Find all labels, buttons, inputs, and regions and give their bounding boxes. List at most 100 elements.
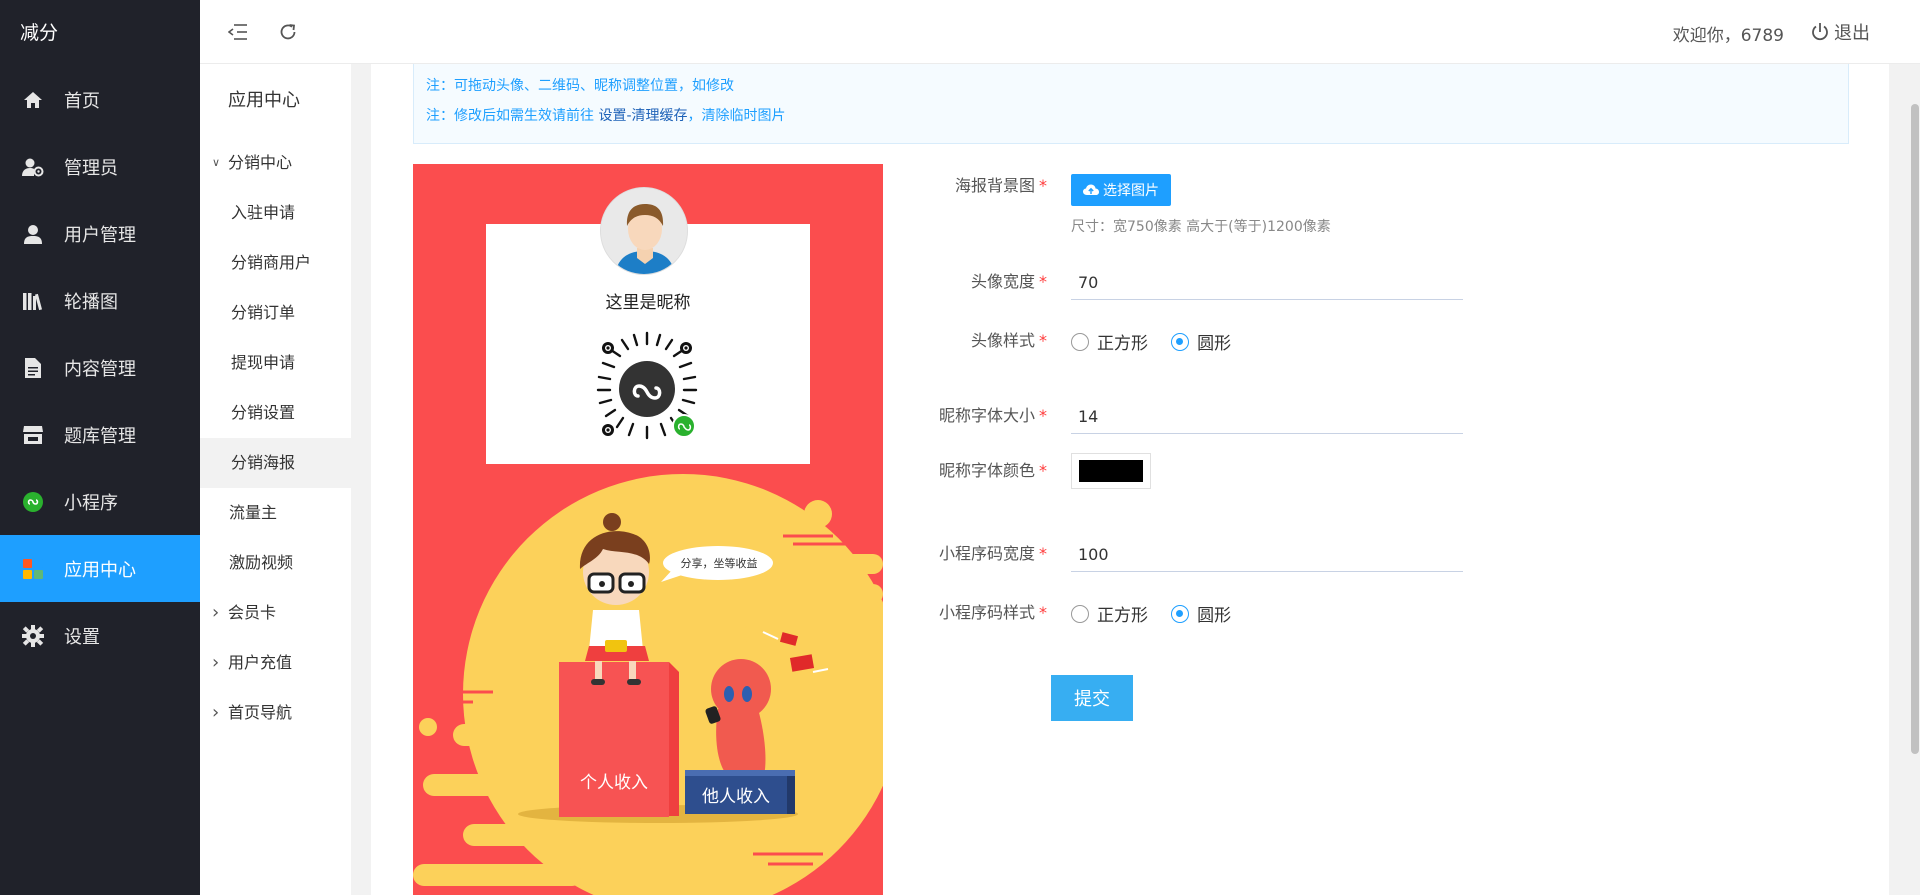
subnav-title: 应用中心 (228, 90, 300, 111)
avatar-style-circle-radio[interactable]: 圆形 (1171, 329, 1231, 354)
subnav-item[interactable]: › 首页导航 (200, 688, 351, 738)
nav-label: 轮播图 (64, 291, 118, 313)
home-icon (22, 89, 44, 111)
nick-size-row: 昵称字体大小 * (891, 400, 1463, 434)
nick-size-label: 昵称字体大小 (938, 406, 1035, 425)
nav-item-settings[interactable]: 设置 (0, 602, 200, 669)
main-content: 注：可拖动头像、二维码、昵称调整位置，如修改 注：修改后如需生效请前往 设置-清… (351, 64, 1911, 895)
notice-box: 注：可拖动头像、二维码、昵称调整位置，如修改 注：修改后如需生效请前往 设置-清… (413, 64, 1849, 144)
refresh-icon[interactable] (276, 20, 300, 44)
qr-style-square-radio[interactable]: 正方形 (1071, 601, 1148, 626)
scrollbar-thumb[interactable] (1911, 104, 1919, 754)
bg-size-hint: 尺寸：宽750像素 高大于(等于)1200像素 (1071, 219, 1331, 235)
clear-cache-link[interactable]: 设置-清理缓存 (598, 108, 687, 124)
chevron-right-icon: › (212, 652, 220, 673)
speech-bubble-text: 分享，坐等收益 (680, 557, 758, 570)
nav-label: 内容管理 (64, 358, 136, 380)
subnav-item-label: 提现申请 (231, 353, 296, 372)
page-scrollbar[interactable] (1910, 64, 1920, 895)
nick-color-picker[interactable] (1071, 453, 1151, 489)
subnav-item[interactable]: 流量主 (200, 488, 351, 538)
subnav-item-label: 用户充值 (228, 653, 293, 672)
notice-line-1: 注：可拖动头像、二维码、昵称调整位置，如修改 (426, 78, 734, 94)
nav-label: 题库管理 (64, 425, 136, 447)
subnav-item[interactable]: ∨ 分销中心 (200, 138, 351, 188)
nav-item-app-center[interactable]: 应用中心 (0, 535, 200, 602)
subnav-item[interactable]: › 会员卡 (200, 588, 351, 638)
avatar-style-row: 头像样式 * 正方形 圆形 (970, 329, 1232, 354)
nav-label: 用户管理 (64, 224, 136, 246)
nav-item-home[interactable]: 首页 (0, 66, 200, 133)
subnav-item-label: 分销中心 (228, 153, 293, 172)
bg-image-row: 海报背景图 * 选择图片 尺寸：宽750像素 高大于(等于)1200像素 (954, 174, 1331, 235)
mini-program-icon (22, 491, 44, 513)
mini-program-qrcode[interactable] (588, 330, 706, 448)
nav-item-mini-program[interactable]: 小程序 (0, 468, 200, 535)
qr-width-input[interactable] (1071, 538, 1463, 572)
subnav-item[interactable]: › 用户充值 (200, 638, 351, 688)
cloud-upload-icon (1083, 184, 1099, 195)
subnav-item-label: 激励视频 (229, 553, 294, 572)
logout-label: 退出 (1834, 23, 1870, 44)
subnav-item[interactable]: 分销设置 (200, 388, 351, 438)
nav-label: 设置 (64, 626, 100, 648)
user-icon (22, 223, 44, 245)
qr-style-circle-radio[interactable]: 圆形 (1171, 601, 1231, 626)
document-icon (22, 357, 44, 379)
qr-style-label: 小程序码样式 (938, 603, 1035, 622)
nav-item-question-bank[interactable]: 题库管理 (0, 401, 200, 468)
sub-sidebar: 应用中心 ∨ 分销中心入驻申请分销商用户分销订单提现申请分销设置分销海报流量主激励… (200, 64, 351, 895)
nav-label: 应用中心 (64, 559, 136, 581)
top-header: 欢迎你，6789 退出 (200, 0, 1920, 64)
submit-button[interactable]: 提交 (1051, 675, 1133, 721)
qr-width-label: 小程序码宽度 (938, 544, 1035, 563)
poster-preview: 分享，坐等收益 个人收入 他人收入 这里是昵称 (413, 164, 883, 895)
avatar-width-input[interactable] (1071, 266, 1463, 300)
nick-color-fill (1079, 460, 1143, 482)
subnav-item-label: 分销海报 (231, 453, 296, 472)
avatar-placeholder[interactable] (600, 187, 688, 275)
subnav-item[interactable]: 分销商用户 (200, 238, 351, 288)
box-label-others: 他人收入 (702, 787, 770, 807)
logout-button[interactable]: 退出 (1810, 19, 1870, 45)
nav-item-admin[interactable]: 管理员 (0, 133, 200, 200)
subnav-item-label: 入驻申请 (231, 203, 296, 222)
nick-size-input[interactable] (1071, 400, 1463, 434)
gear-icon (22, 624, 44, 647)
store-icon (22, 424, 44, 446)
subnav-item[interactable]: 分销海报 (200, 438, 351, 488)
choose-image-button[interactable]: 选择图片 (1071, 174, 1171, 206)
books-icon (22, 290, 44, 312)
subnav-item-label: 会员卡 (228, 603, 277, 622)
subnav-item-label: 首页导航 (228, 703, 293, 722)
admin-user-icon (22, 156, 44, 178)
subnav-item-label: 分销商用户 (231, 253, 312, 272)
nav-label: 小程序 (64, 492, 118, 514)
chevron-right-icon: › (212, 702, 220, 723)
nav-label: 管理员 (64, 157, 118, 179)
brand-title: 减分 (20, 22, 59, 44)
avatar-style-label: 头像样式 (970, 331, 1035, 350)
qr-width-row: 小程序码宽度 * (891, 538, 1463, 572)
subnav-item[interactable]: 入驻申请 (200, 188, 351, 238)
box-label-personal: 个人收入 (580, 773, 648, 793)
subnav-item[interactable]: 提现申请 (200, 338, 351, 388)
nick-color-row: 昵称字体颜色 * (891, 453, 1151, 489)
subnav-item-label: 分销订单 (231, 303, 296, 322)
choose-image-label: 选择图片 (1103, 183, 1159, 199)
subnav-item[interactable]: 激励视频 (200, 538, 351, 588)
chevron-right-icon: › (212, 602, 220, 623)
nav-label: 首页 (64, 90, 100, 112)
subnav-item-label: 流量主 (229, 503, 278, 522)
notice-line-2: 注：修改后如需生效请前往 设置-清理缓存，清除临时图片 (426, 108, 786, 124)
nav-item-users[interactable]: 用户管理 (0, 200, 200, 267)
collapse-menu-icon[interactable] (226, 20, 250, 44)
avatar-style-square-radio[interactable]: 正方形 (1071, 329, 1148, 354)
nav-item-content[interactable]: 内容管理 (0, 334, 200, 401)
nav-item-carousel[interactable]: 轮播图 (0, 267, 200, 334)
subnav-item[interactable]: 分销订单 (200, 288, 351, 338)
poster-nickname[interactable]: 这里是昵称 (486, 288, 810, 313)
avatar-width-label: 头像宽度 (970, 272, 1035, 291)
chevron-down-icon: ∨ (212, 156, 221, 169)
power-icon (1812, 23, 1828, 41)
